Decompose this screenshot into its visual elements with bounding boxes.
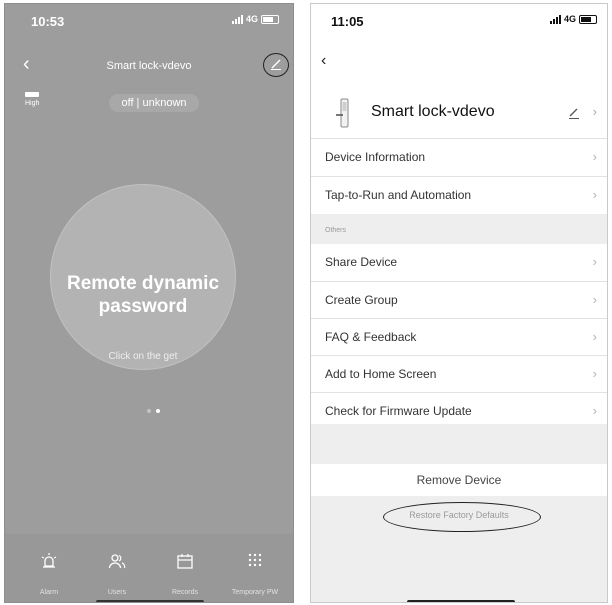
menu-label: Device Information bbox=[325, 150, 426, 164]
remote-password-hint: Click on the get bbox=[108, 351, 178, 362]
chevron-right-icon: › bbox=[592, 403, 597, 418]
chevron-right-icon: › bbox=[592, 329, 597, 344]
home-indicator bbox=[96, 600, 204, 602]
section-header: Others bbox=[325, 227, 347, 234]
calendar-icon bbox=[177, 554, 193, 569]
tab-alarm[interactable]: Alarm bbox=[19, 552, 79, 596]
network-type: 4G bbox=[245, 14, 258, 24]
menu-label: Add to Home Screen bbox=[325, 367, 437, 381]
bottom-tab-bar: Alarm Users Records Temporary PW bbox=[5, 534, 293, 602]
signal-icon bbox=[231, 14, 243, 24]
menu-device-information[interactable]: Device Information › bbox=[311, 138, 607, 175]
page-indicator bbox=[147, 409, 160, 413]
menu-label: FAQ & Feedback bbox=[325, 330, 417, 344]
menu-create-group[interactable]: Create Group › bbox=[311, 281, 607, 318]
menu-label: Tap-to-Run and Automation bbox=[325, 188, 472, 202]
home-indicator bbox=[407, 600, 515, 602]
edit-icon[interactable] bbox=[567, 106, 581, 120]
menu-share-device[interactable]: Share Device › bbox=[311, 244, 607, 280]
restore-factory-button[interactable]: Restore Factory Defaults bbox=[311, 510, 607, 520]
page-dot-active bbox=[156, 409, 160, 413]
device-name: Smart lock-vdevo bbox=[371, 103, 495, 120]
back-button[interactable]: ‹ bbox=[321, 52, 326, 70]
menu-label: Create Group bbox=[325, 293, 398, 307]
chevron-right-icon: › bbox=[592, 292, 597, 307]
battery-level: High bbox=[25, 92, 39, 107]
alarm-icon bbox=[41, 553, 57, 568]
tab-records[interactable]: Records bbox=[155, 552, 215, 596]
chevron-right-icon: › bbox=[592, 366, 597, 381]
remove-device-label: Remove Device bbox=[416, 473, 502, 487]
device-settings-screen: 11:05 4G ‹ Smart lock-vdevo › Device Inf… bbox=[310, 3, 608, 603]
lock-home-screen: 10:53 4G ‹ Smart lock-vdevo High off | u… bbox=[4, 3, 294, 603]
tab-label: Alarm bbox=[39, 589, 59, 596]
chevron-right-icon: › bbox=[592, 104, 597, 119]
chevron-right-icon: › bbox=[592, 149, 597, 164]
section-spacer bbox=[311, 424, 607, 464]
signal-icon bbox=[549, 14, 561, 24]
network-type: 4G bbox=[563, 14, 576, 24]
menu-label: Check for Firmware Update bbox=[325, 404, 472, 418]
remote-password-button[interactable]: Remote dynamic password Click on the get bbox=[50, 184, 236, 370]
battery-level-label: High bbox=[25, 100, 40, 107]
battery-icon bbox=[579, 14, 597, 24]
status-indicators: 4G bbox=[231, 14, 279, 24]
device-header[interactable]: Smart lock-vdevo › bbox=[311, 88, 607, 138]
tab-label: Temporary PW bbox=[231, 589, 279, 596]
remote-password-title: Remote dynamic password bbox=[66, 273, 220, 317]
keypad-icon bbox=[248, 553, 262, 567]
menu-label: Share Device bbox=[325, 255, 398, 269]
lock-status: off | unknown bbox=[109, 94, 199, 112]
menu-faq-feedback[interactable]: FAQ & Feedback › bbox=[311, 318, 607, 355]
tab-label: Users bbox=[107, 589, 127, 596]
section-others: Others bbox=[311, 214, 607, 244]
page-title: Smart lock-vdevo bbox=[106, 60, 192, 72]
status-indicators: 4G bbox=[549, 14, 597, 24]
status-time: 10:53 bbox=[31, 14, 65, 29]
factory-section: Restore Factory Defaults bbox=[311, 496, 607, 602]
edit-icon[interactable] bbox=[268, 57, 284, 71]
page-dot bbox=[147, 409, 151, 413]
remove-device-button[interactable]: Remove Device bbox=[311, 464, 607, 496]
status-time: 11:05 bbox=[331, 14, 364, 29]
chevron-right-icon: › bbox=[592, 254, 597, 269]
tab-label: Records bbox=[171, 589, 199, 596]
battery-bar-icon bbox=[25, 92, 39, 97]
menu-add-to-home-screen[interactable]: Add to Home Screen › bbox=[311, 355, 607, 392]
tab-users[interactable]: Users bbox=[87, 552, 147, 596]
tab-temporary-pw[interactable]: Temporary PW bbox=[225, 552, 285, 596]
chevron-right-icon: › bbox=[592, 187, 597, 202]
smart-lock-icon bbox=[336, 98, 349, 128]
users-icon bbox=[108, 554, 126, 569]
menu-tap-to-run[interactable]: Tap-to-Run and Automation › bbox=[311, 176, 607, 213]
battery-icon bbox=[261, 14, 279, 24]
